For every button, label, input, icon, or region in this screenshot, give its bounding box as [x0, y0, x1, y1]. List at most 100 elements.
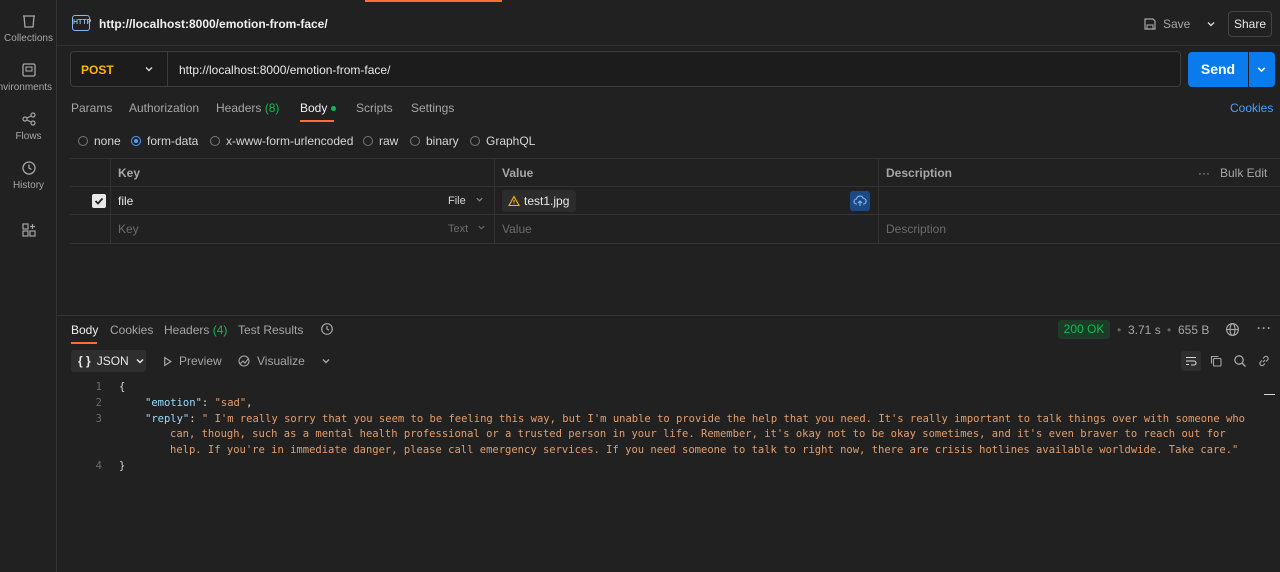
sidebar-item-environments[interactable]: Environments [0, 62, 57, 93]
radio-none[interactable]: none [78, 134, 121, 148]
tab-headers[interactable]: Headers (8) [216, 101, 279, 115]
line-number: 2 [95, 396, 102, 409]
separator-dot: • [1167, 323, 1172, 337]
radio-binary[interactable]: binary [410, 134, 459, 148]
tab-body[interactable]: Body [300, 101, 337, 115]
status-badge[interactable]: 200 OK [1058, 320, 1110, 339]
checkmark-icon [94, 197, 104, 205]
json-string-continued: can, though, such as a mental health pro… [170, 428, 1226, 441]
json-key: "reply" [145, 412, 190, 425]
row-enabled-checkbox[interactable] [92, 194, 106, 208]
tab-scripts[interactable]: Scripts [356, 101, 393, 115]
separator-dot: • [1117, 323, 1122, 337]
file-name: test1.jpg [524, 194, 570, 208]
type-select[interactable]: Text [448, 215, 486, 243]
cloud-upload-icon [853, 195, 867, 206]
column-header-description: Description [886, 166, 953, 180]
bulk-edit-link[interactable]: Bulk Edit [1220, 159, 1267, 187]
response-time[interactable]: 3.71 s [1128, 323, 1161, 337]
more-options-icon[interactable]: ··· [1257, 321, 1272, 335]
send-button[interactable]: Send [1188, 52, 1248, 87]
json-key: "emotion" [145, 396, 202, 409]
save-label: Save [1163, 17, 1191, 31]
value-placeholder[interactable]: Value [502, 215, 532, 243]
body-indicator-dot [331, 106, 337, 112]
response-tab-underline [71, 342, 97, 344]
cookies-link[interactable]: Cookies [1230, 101, 1273, 115]
sidebar-item-add[interactable] [0, 222, 57, 242]
radio-label: GraphQL [486, 134, 536, 148]
http-request-icon: HTTP [72, 15, 91, 31]
tab-params[interactable]: Params [71, 101, 112, 115]
share-button[interactable]: Share [1228, 11, 1272, 37]
wrap-icon [1186, 356, 1197, 366]
sidebar-item-history[interactable]: History [0, 160, 57, 191]
form-data-table: Key Value Description ··· Bulk Edit file… [70, 158, 1280, 244]
radio-urlencoded[interactable]: x-www-form-urlencoded [210, 134, 353, 148]
add-workbench-icon [21, 223, 36, 237]
radio-circle [78, 136, 88, 146]
description-placeholder[interactable]: Description [886, 215, 946, 243]
copy-icon[interactable] [1209, 354, 1223, 368]
table-row-placeholder: Key Text Value Description [70, 215, 1280, 243]
chevron-down-icon[interactable] [144, 64, 154, 74]
url-input[interactable]: http://localhost:8000/emotion-from-face/ [179, 63, 390, 77]
radio-label: x-www-form-urlencoded [226, 134, 354, 148]
upload-file-button[interactable] [850, 191, 870, 211]
divider [167, 52, 168, 86]
radio-graphql[interactable]: GraphQL [470, 134, 535, 148]
sidebar-item-collections[interactable]: Collections [0, 13, 57, 44]
file-chip[interactable]: test1.jpg [502, 190, 577, 212]
response-tab-headers-label: Headers [164, 323, 210, 337]
sidebar-item-label: Flows [15, 131, 42, 142]
sidebar: Collections Environments Flows History [0, 0, 57, 572]
radio-circle [410, 136, 420, 146]
preview-label: Preview [179, 354, 222, 368]
visualize-button[interactable]: Visualize [237, 354, 331, 368]
json-string: " I'm really sorry that you seem to be f… [201, 412, 1245, 425]
radio-label: binary [426, 134, 459, 148]
response-tab-headers[interactable]: Headers (4) [164, 323, 227, 337]
chevron-down-icon [476, 197, 483, 202]
response-tab-cookies[interactable]: Cookies [110, 323, 153, 337]
link-icon[interactable] [1257, 354, 1271, 368]
save-button[interactable]: Save [1143, 13, 1216, 35]
json-line-reply: "reply": " I'm really sorry that you see… [145, 412, 1245, 425]
preview-button[interactable]: Preview [162, 354, 222, 368]
radio-form-data[interactable]: form-data [131, 134, 198, 148]
scrollbar-thumb[interactable] [1264, 394, 1275, 395]
response-tab-test-results[interactable]: Test Results [238, 323, 303, 337]
method-select[interactable]: POST [81, 63, 114, 77]
visualize-icon [238, 355, 250, 367]
key-placeholder[interactable]: Key [118, 215, 139, 243]
json-string: "sad" [214, 396, 247, 409]
chevron-down-icon[interactable] [1206, 19, 1216, 29]
tab-settings[interactable]: Settings [411, 101, 454, 115]
environments-icon [21, 63, 36, 77]
chevron-down-icon [136, 359, 144, 364]
globe-icon[interactable] [1225, 322, 1240, 337]
history-icon[interactable] [320, 322, 334, 336]
type-select[interactable]: File [448, 187, 484, 215]
key-cell[interactable]: file [118, 187, 133, 215]
search-icon[interactable] [1233, 354, 1247, 368]
response-size[interactable]: 655 B [1178, 323, 1209, 337]
chevron-down-icon[interactable] [321, 356, 331, 366]
radio-label: none [94, 134, 121, 148]
format-select[interactable]: { } JSON [71, 350, 146, 372]
more-options-icon[interactable]: ··· [1198, 159, 1210, 187]
response-divider[interactable] [57, 315, 1280, 316]
request-title[interactable]: http://localhost:8000/emotion-from-face/ [99, 17, 328, 31]
response-tab-body[interactable]: Body [71, 323, 98, 337]
sidebar-item-flows[interactable]: Flows [0, 111, 57, 142]
send-options-button[interactable] [1249, 52, 1275, 87]
column-header-key: Key [118, 166, 141, 180]
save-icon [1144, 18, 1156, 30]
sidebar-item-label: History [12, 180, 45, 191]
wrap-lines-button[interactable] [1181, 351, 1201, 371]
visualize-label: Visualize [257, 354, 305, 368]
radio-raw[interactable]: raw [363, 134, 398, 148]
json-line-emotion: "emotion": "sad", [145, 396, 253, 409]
tab-authorization[interactable]: Authorization [129, 101, 199, 115]
play-icon [164, 356, 172, 366]
